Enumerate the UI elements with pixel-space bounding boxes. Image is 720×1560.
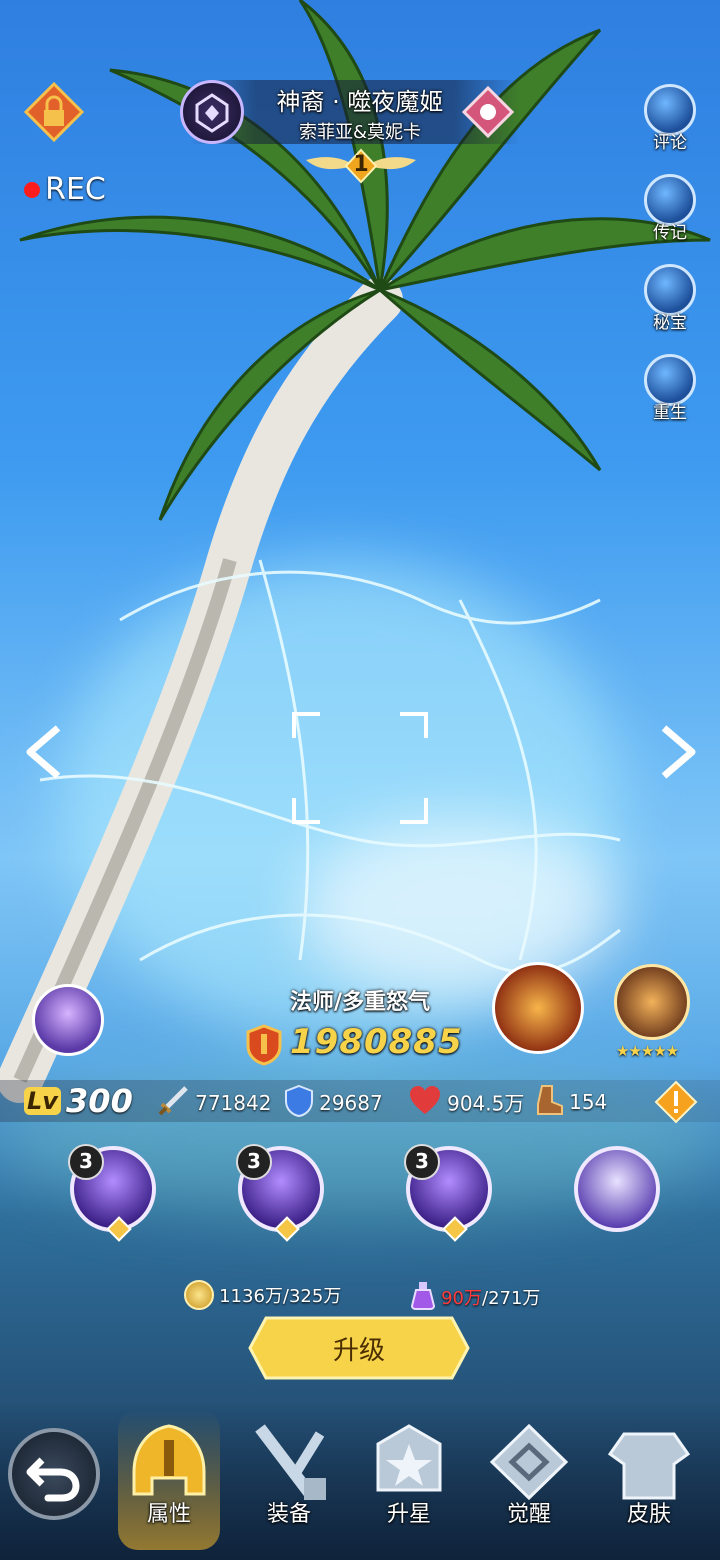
hero-title: 神裔 · 噬夜魔姬 <box>276 88 444 116</box>
gold-coin-icon <box>184 1280 214 1310</box>
skill-level-badge: 3 <box>68 1144 104 1180</box>
lock-icon[interactable] <box>23 81 85 143</box>
side-button-label: 评论 <box>653 133 687 153</box>
pet-avatar[interactable] <box>32 984 104 1056</box>
skill-level-badge: 3 <box>236 1144 272 1180</box>
attack-value: 771842 <box>195 1091 272 1115</box>
skill-slot-4[interactable] <box>574 1146 660 1232</box>
attack-stat: 771842 <box>156 1084 271 1120</box>
faction-icon[interactable] <box>180 80 244 144</box>
nav-tab-label: 升星 <box>386 1502 431 1527</box>
hp-stat: 904.5万 <box>408 1084 524 1120</box>
shield-icon <box>284 1084 314 1122</box>
hp-value: 904.5万 <box>447 1091 525 1116</box>
next-hero-arrow-icon[interactable] <box>656 724 700 780</box>
skill-slot-1[interactable]: 3 <box>68 1144 156 1242</box>
nav-tab-star-up[interactable]: 升星 <box>354 1420 464 1540</box>
nav-tab-label: 属性 <box>146 1502 191 1527</box>
previous-hero-arrow-icon[interactable] <box>22 724 66 780</box>
relic-book-icon[interactable] <box>614 964 690 1040</box>
upgrade-button[interactable]: 升级 <box>248 1316 470 1380</box>
rec-indicator: REC <box>24 172 106 208</box>
level-prefix: Lv <box>24 1087 61 1115</box>
side-button-label: 秘宝 <box>653 313 687 333</box>
side-button-label: 传记 <box>653 223 687 243</box>
skill-level-badge: 3 <box>404 1144 440 1180</box>
rec-dot-icon <box>24 181 40 198</box>
relic-star-rating: ★★★★★ <box>616 1042 679 1060</box>
back-arrow-icon <box>26 1457 80 1502</box>
level-display: Lv 300 <box>24 1082 133 1122</box>
back-button[interactable] <box>8 1428 100 1520</box>
element-icon[interactable] <box>460 84 516 140</box>
side-button-rebirth[interactable]: 重生 <box>640 354 700 423</box>
nav-tab-label: 觉醒 <box>506 1502 551 1527</box>
potion-have-value: 90万 <box>441 1288 482 1309</box>
nav-tab-awaken[interactable]: 觉醒 <box>474 1420 584 1540</box>
side-button-comments[interactable]: 评论 <box>640 84 700 153</box>
level-value: 300 <box>66 1082 133 1120</box>
defense-value: 29687 <box>319 1091 383 1115</box>
combat-power-value: 1980885 <box>290 1022 463 1062</box>
rank-number: 1 <box>353 152 369 177</box>
speed-stat: 154 <box>534 1084 607 1120</box>
nav-tab-skins[interactable]: 皮肤 <box>594 1420 704 1540</box>
skill-slot-3[interactable]: 3 <box>404 1144 492 1242</box>
info-alert-icon[interactable] <box>654 1080 698 1124</box>
rec-label: REC <box>45 172 106 207</box>
potion-cost: 90万/271万 <box>410 1280 540 1312</box>
gold-cost-value: 1136万/325万 <box>219 1286 342 1307</box>
gold-cost: 1136万/325万 <box>184 1280 341 1312</box>
skill-slot-2[interactable]: 3 <box>236 1144 324 1242</box>
boot-icon <box>534 1084 564 1120</box>
upgrade-button-label: 升级 <box>332 1336 385 1366</box>
heart-icon <box>408 1084 442 1120</box>
potion-icon <box>410 1280 436 1314</box>
side-button-treasure[interactable]: 秘宝 <box>640 264 700 333</box>
hero-subtitle: 索菲亚&莫妮卡 <box>298 122 422 143</box>
sword-icon <box>156 1084 190 1122</box>
potion-need-value: /271万 <box>482 1288 541 1309</box>
artifact-helmet-icon[interactable] <box>492 962 584 1054</box>
nav-tab-equipment[interactable]: 装备 <box>234 1420 344 1540</box>
nav-tab-label: 装备 <box>266 1502 311 1527</box>
power-shield-icon <box>244 1024 284 1066</box>
focus-frame-icon <box>292 712 428 824</box>
speed-value: 154 <box>569 1090 608 1114</box>
hero-class-label: 法师/多重怒气 <box>289 990 431 1015</box>
nav-tab-attributes[interactable]: 属性 <box>114 1410 224 1550</box>
defense-stat: 29687 <box>284 1084 383 1120</box>
side-button-label: 重生 <box>653 403 687 423</box>
side-button-biography[interactable]: 传记 <box>640 174 700 243</box>
nav-tab-label: 皮肤 <box>626 1502 671 1527</box>
rank-wings-badge: 1 <box>296 146 426 186</box>
